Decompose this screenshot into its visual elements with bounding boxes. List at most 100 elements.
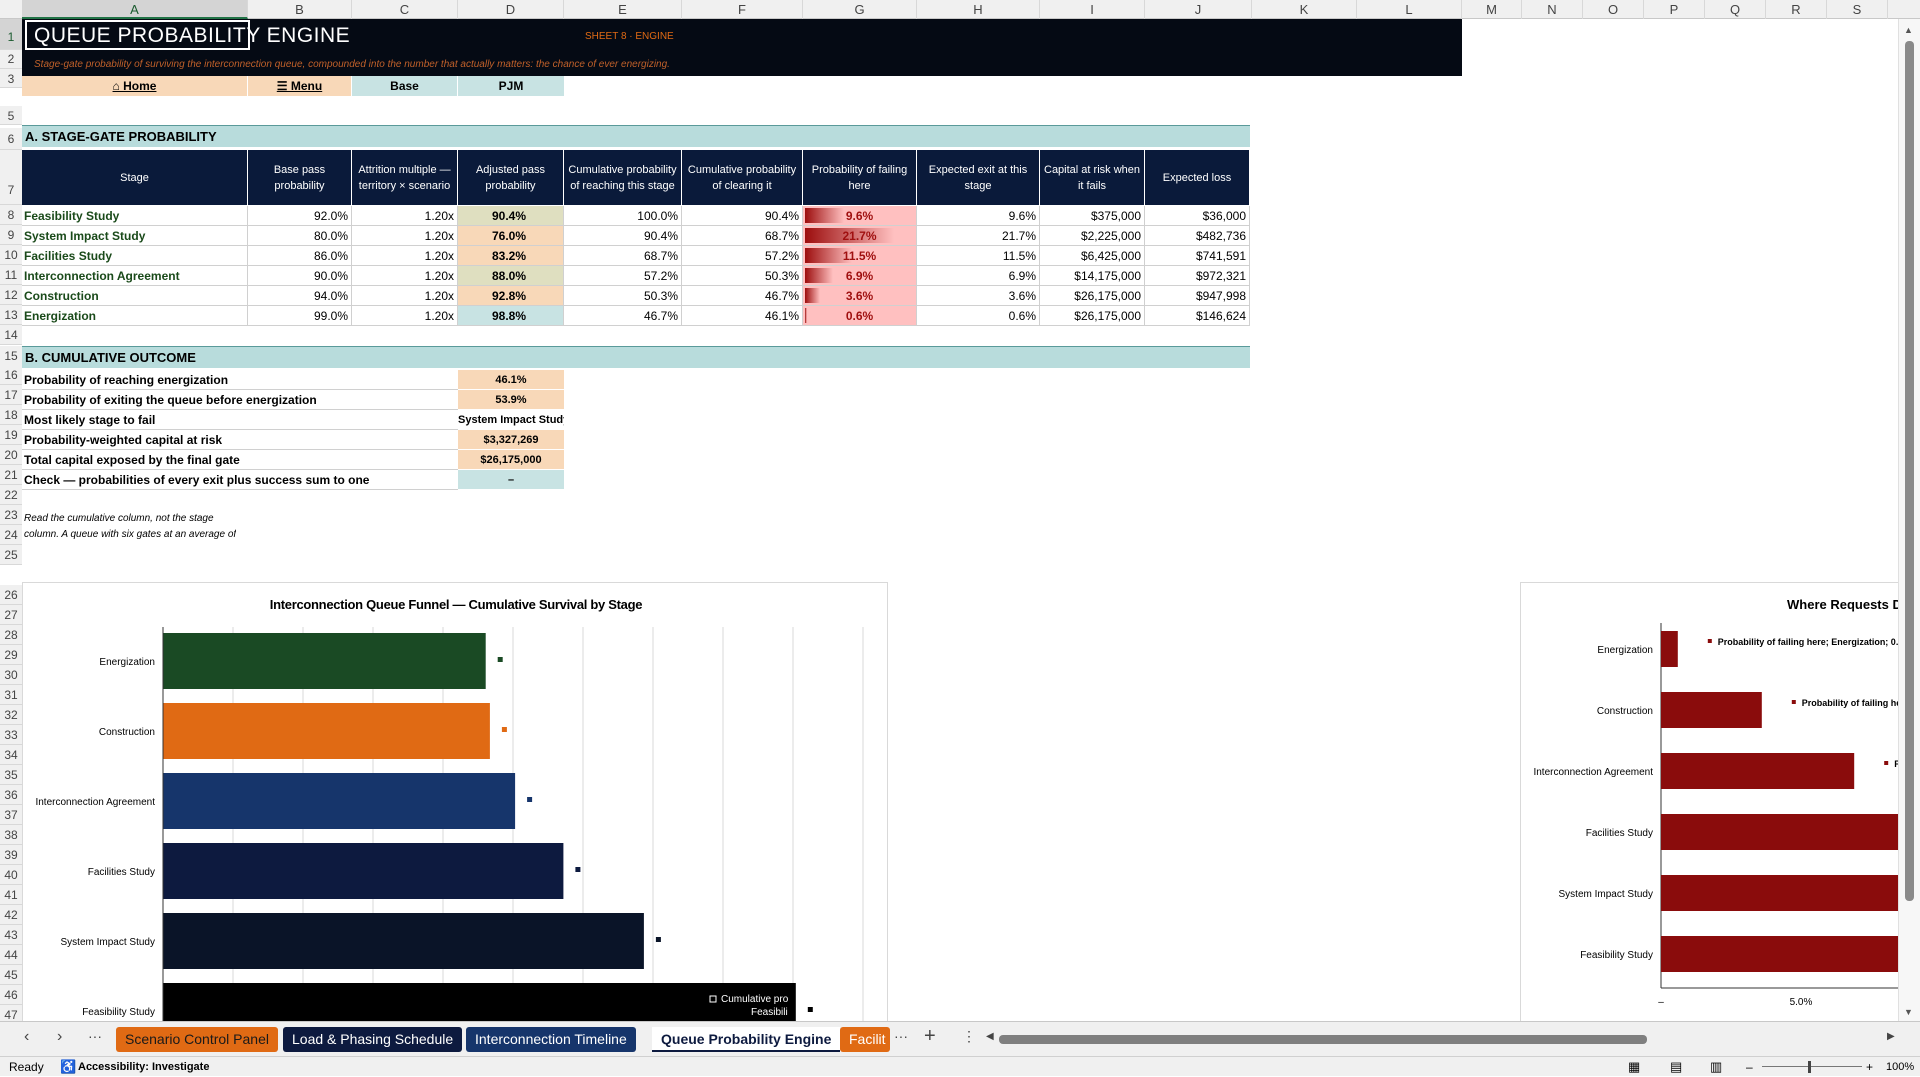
funnel-bar[interactable] bbox=[163, 633, 486, 689]
cell-clear[interactable]: 68.7% bbox=[682, 226, 803, 246]
cell-loss[interactable]: $36,000 bbox=[1145, 206, 1250, 226]
cell-name[interactable]: System Impact Study bbox=[22, 226, 248, 246]
hscroll-left-icon[interactable]: ◀ bbox=[986, 1031, 994, 1042]
row-header-15[interactable]: 15 bbox=[0, 346, 22, 366]
cell-base[interactable]: 94.0% bbox=[248, 286, 352, 306]
cell-fail[interactable]: 9.6% bbox=[803, 206, 917, 226]
column-header-o[interactable]: O bbox=[1583, 0, 1644, 19]
column-header-h[interactable]: H bbox=[917, 0, 1040, 19]
cell-exit[interactable]: 21.7% bbox=[917, 226, 1040, 246]
outcome-value[interactable]: – bbox=[458, 470, 564, 490]
vertical-scrollbar[interactable]: ▲ ▼ bbox=[1898, 19, 1920, 1021]
cell-cap[interactable]: $26,175,000 bbox=[1040, 286, 1145, 306]
column-header-k[interactable]: K bbox=[1252, 0, 1357, 19]
cell-cap[interactable]: $14,175,000 bbox=[1040, 266, 1145, 286]
row-header-38[interactable]: 38 bbox=[0, 825, 22, 845]
column-header-j[interactable]: J bbox=[1145, 0, 1252, 19]
zoom-out-icon[interactable]: – bbox=[1746, 1057, 1753, 1077]
cell-fail[interactable]: 3.6% bbox=[803, 286, 917, 306]
row-header-25[interactable]: 25 bbox=[0, 545, 22, 565]
cell-name[interactable]: Energization bbox=[22, 306, 248, 326]
row-header-17[interactable]: 17 bbox=[0, 385, 22, 405]
cell-clear[interactable]: 57.2% bbox=[682, 246, 803, 266]
cell-fail[interactable]: 11.5% bbox=[803, 246, 917, 266]
cell-reach[interactable]: 68.7% bbox=[564, 246, 682, 266]
row-header-27[interactable]: 27 bbox=[0, 605, 22, 625]
cell-exit[interactable]: 6.9% bbox=[917, 266, 1040, 286]
column-header-n[interactable]: N bbox=[1522, 0, 1583, 19]
cell-cap[interactable]: $2,225,000 bbox=[1040, 226, 1145, 246]
column-header-b[interactable]: B bbox=[248, 0, 352, 19]
cell-base[interactable]: 99.0% bbox=[248, 306, 352, 326]
outcome-value[interactable]: $3,327,269 bbox=[458, 430, 564, 450]
cell-base[interactable]: 92.0% bbox=[248, 206, 352, 226]
row-header-32[interactable]: 32 bbox=[0, 705, 22, 725]
row-header-12[interactable]: 12 bbox=[0, 285, 22, 305]
cell-fail[interactable]: 6.9% bbox=[803, 266, 917, 286]
cell-adj[interactable]: 88.0% bbox=[458, 266, 564, 286]
row-header-20[interactable]: 20 bbox=[0, 445, 22, 465]
failure-chart[interactable]: Where Requests Di Energization Probabilit… bbox=[1520, 582, 1898, 1021]
row-header-40[interactable]: 40 bbox=[0, 865, 22, 885]
cell-mult[interactable]: 1.20x bbox=[352, 246, 458, 266]
outcome-value[interactable]: System Impact Study bbox=[458, 410, 564, 430]
cell-adj[interactable]: 83.2% bbox=[458, 246, 564, 266]
row-header-16[interactable]: 16 bbox=[0, 365, 22, 385]
column-header-f[interactable]: F bbox=[682, 0, 803, 19]
cell-loss[interactable]: $972,321 bbox=[1145, 266, 1250, 286]
column-header-a[interactable]: A bbox=[22, 0, 248, 19]
row-header-28[interactable]: 28 bbox=[0, 625, 22, 645]
row-header-45[interactable]: 45 bbox=[0, 965, 22, 985]
add-sheet-icon[interactable]: + bbox=[924, 1025, 936, 1048]
horizontal-scroll-thumb[interactable] bbox=[999, 1035, 1647, 1044]
cell-reach[interactable]: 46.7% bbox=[564, 306, 682, 326]
failure-bar[interactable] bbox=[1661, 692, 1762, 728]
cell-clear[interactable]: 50.3% bbox=[682, 266, 803, 286]
row-header-30[interactable]: 30 bbox=[0, 665, 22, 685]
column-header-e[interactable]: E bbox=[564, 0, 682, 19]
outcome-value[interactable]: 46.1% bbox=[458, 370, 564, 390]
zoom-slider[interactable] bbox=[1762, 1066, 1862, 1067]
page-break-icon[interactable]: ▥ bbox=[1710, 1057, 1722, 1077]
vertical-scroll-thumb[interactable] bbox=[1905, 41, 1914, 901]
funnel-bar[interactable] bbox=[163, 703, 490, 759]
column-header-c[interactable]: C bbox=[352, 0, 458, 19]
row-header-19[interactable]: 19 bbox=[0, 425, 22, 445]
cell-exit[interactable]: 0.6% bbox=[917, 306, 1040, 326]
column-header-q[interactable]: Q bbox=[1705, 0, 1766, 19]
cell-clear[interactable]: 46.1% bbox=[682, 306, 803, 326]
cell-cap[interactable]: $375,000 bbox=[1040, 206, 1145, 226]
row-header-44[interactable]: 44 bbox=[0, 945, 22, 965]
row-header-24[interactable]: 24 bbox=[0, 525, 22, 545]
home-link[interactable]: ⌂ Home bbox=[22, 76, 248, 96]
cell-clear[interactable]: 90.4% bbox=[682, 206, 803, 226]
tab-facilit[interactable]: Facilit bbox=[840, 1027, 890, 1052]
scroll-up-icon[interactable]: ▲ bbox=[1904, 25, 1913, 35]
column-header-l[interactable]: L bbox=[1357, 0, 1462, 19]
failure-bar[interactable] bbox=[1661, 814, 1898, 850]
row-header-3[interactable]: 3 bbox=[0, 69, 22, 88]
cell-reach[interactable]: 50.3% bbox=[564, 286, 682, 306]
cell-adj[interactable]: 92.8% bbox=[458, 286, 564, 306]
column-header-s[interactable]: S bbox=[1827, 0, 1888, 19]
row-header-36[interactable]: 36 bbox=[0, 785, 22, 805]
row-header-18[interactable]: 18 bbox=[0, 405, 22, 425]
cell-loss[interactable]: $482,736 bbox=[1145, 226, 1250, 246]
column-header-g[interactable]: G bbox=[803, 0, 917, 19]
more-tabs-right-icon[interactable]: ··· bbox=[894, 1028, 908, 1044]
cell-mult[interactable]: 1.20x bbox=[352, 266, 458, 286]
failure-bar[interactable] bbox=[1661, 753, 1855, 789]
cell-mult[interactable]: 1.20x bbox=[352, 286, 458, 306]
row-header-34[interactable]: 34 bbox=[0, 745, 22, 765]
row-header-10[interactable]: 10 bbox=[0, 245, 22, 265]
cell-clear[interactable]: 46.7% bbox=[682, 286, 803, 306]
cell-adj[interactable]: 90.4% bbox=[458, 206, 564, 226]
cell-cap[interactable]: $6,425,000 bbox=[1040, 246, 1145, 266]
row-header-8[interactable]: 8 bbox=[0, 205, 22, 225]
column-header-r[interactable]: R bbox=[1766, 0, 1827, 19]
cell-exit[interactable]: 9.6% bbox=[917, 206, 1040, 226]
funnel-chart[interactable]: Interconnection Queue Funnel — Cumulativ… bbox=[22, 582, 888, 1021]
cell-base[interactable]: 90.0% bbox=[248, 266, 352, 286]
tab-queue-probability-engine[interactable]: Queue Probability Engine bbox=[652, 1027, 841, 1052]
menu-link[interactable]: ☰ Menu bbox=[248, 76, 352, 96]
